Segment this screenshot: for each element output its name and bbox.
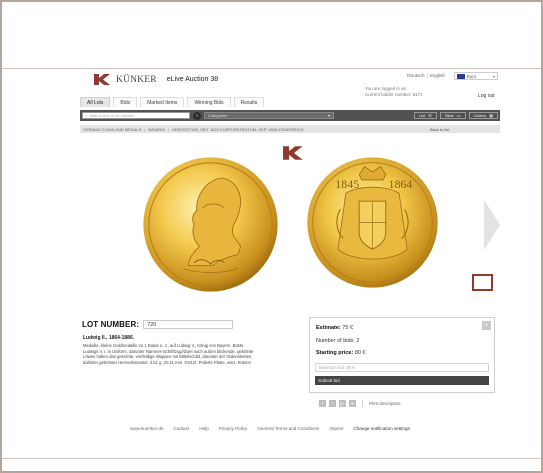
submit-bid-button[interactable]: Submit bid xyxy=(315,376,489,385)
tab-all-lots[interactable]: All Lots xyxy=(80,97,111,107)
view-switcher: List ☰ Slide ▭ Gallery ▦ xyxy=(414,112,498,119)
email-icon[interactable]: ✉ xyxy=(349,400,356,407)
breadcrumb-item[interactable]: HERZOGTUM, SEIT 1623 KURFÜRSTENTUM, SEIT… xyxy=(172,127,303,132)
language-switch: Deutsch | english xyxy=(407,74,446,79)
main-tabs: All Lots Bids Marked Items Winning Bids … xyxy=(80,97,265,107)
starting-price-label: Starting price: xyxy=(316,350,354,356)
footer-links: www.kuenker.de Contact Help Privacy Poli… xyxy=(130,426,410,431)
chevron-down-icon: ▾ xyxy=(327,113,330,118)
bids-count-row: Number of bids: 2 xyxy=(316,338,359,344)
view-slide-label: Slide xyxy=(444,113,454,118)
google-plus-icon[interactable]: g+ xyxy=(339,400,346,407)
footer-link-contact[interactable]: Contact xyxy=(173,426,189,431)
lang-deutsch[interactable]: Deutsch xyxy=(407,74,425,79)
currency-label: Euro xyxy=(467,73,477,79)
lot-title: Ludwig II., 1864-1886. xyxy=(83,335,135,341)
view-list-button[interactable]: List ☰ xyxy=(414,112,437,119)
lang-english[interactable]: english xyxy=(430,74,445,79)
logo-text: KÜNKER xyxy=(116,74,157,85)
gallery-icon: ▦ xyxy=(489,113,493,118)
footer-link-privacy[interactable]: Privacy Policy xyxy=(219,426,248,431)
next-lot-arrow-icon[interactable] xyxy=(482,200,500,250)
share-bar: f t g+ ✉ Print description xyxy=(319,400,400,407)
bids-count-value: 2 xyxy=(356,338,360,344)
list-icon: ☰ xyxy=(428,113,432,118)
tab-marked-items[interactable]: Marked Items xyxy=(140,97,185,107)
chevron-down-icon: ▾ xyxy=(492,73,495,79)
lot-number-row: LOT NUMBER: 720 xyxy=(82,320,234,329)
view-gallery-button[interactable]: Gallery ▦ xyxy=(468,112,498,119)
starting-price-value: 80 € xyxy=(354,350,366,356)
footer-link-help[interactable]: Help xyxy=(199,426,208,431)
breadcrumb-item[interactable]: BAVARIA xyxy=(148,127,165,132)
logout-link[interactable]: Log out xyxy=(478,93,495,99)
tab-results[interactable]: Results xyxy=(233,97,265,107)
estimate-value: 75 € xyxy=(342,325,354,331)
category-select[interactable]: Categories ▾ xyxy=(204,112,334,119)
tab-winning-bids[interactable]: Winning Bids xyxy=(187,97,231,107)
bottom-divider xyxy=(2,458,541,459)
kunker-logo[interactable]: KÜNKER eLive Auction 38 xyxy=(94,74,218,85)
coin-reverse-image[interactable]: 1845 1864 xyxy=(306,156,439,289)
bids-count-label: Number of bids: xyxy=(316,338,355,344)
login-info: You are logged in as Current bidder numb… xyxy=(365,86,423,98)
print-description-link[interactable]: Print description xyxy=(369,401,400,406)
twitter-icon[interactable]: t xyxy=(329,400,336,407)
notification-settings-link[interactable]: Change notification settings xyxy=(353,426,409,431)
footer-link-website[interactable]: www.kuenker.de xyxy=(130,426,163,431)
coin-year-right: 1864 xyxy=(388,177,412,191)
view-list-label: List xyxy=(419,113,426,118)
facebook-icon[interactable]: f xyxy=(319,400,326,407)
lot-description: Medaille, kleine Goldmedaille zu 1 Dukat… xyxy=(83,343,254,365)
share-divider xyxy=(362,400,363,407)
footer-link-terms[interactable]: General Terms and Conditions xyxy=(257,426,319,431)
close-icon[interactable]: × xyxy=(482,321,491,330)
search-placeholder: Search text or lot number xyxy=(89,113,135,118)
eu-flag-icon xyxy=(457,73,465,79)
breadcrumb: GERMAN COINS AND MEDALS | BAVARIA | HERZ… xyxy=(80,125,500,133)
estimate-row: Estimate: 75 € xyxy=(316,325,353,331)
tab-bids[interactable]: Bids xyxy=(113,97,138,107)
highlight-box xyxy=(472,274,493,291)
starting-price-row: Starting price: 80 € xyxy=(316,350,366,356)
kunker-logo-icon xyxy=(94,74,110,85)
bid-panel: × Estimate: 75 € Number of bids: 2 Start… xyxy=(309,317,495,393)
lot-number-label: LOT NUMBER: xyxy=(82,320,140,329)
view-gallery-label: Gallery xyxy=(473,113,487,118)
lot-number-input[interactable]: 720 xyxy=(143,320,234,329)
search-input[interactable]: ⌕ Search text or lot number xyxy=(82,112,190,119)
footer-link-imprint[interactable]: Imprint xyxy=(329,426,343,431)
breadcrumb-item[interactable]: GERMAN COINS AND MEDALS xyxy=(83,127,141,132)
coin-obverse-image[interactable] xyxy=(142,156,279,293)
back-to-list-link[interactable]: Back to list xyxy=(430,127,449,132)
auction-title: eLive Auction 38 xyxy=(166,76,219,83)
estimate-label: Estimate: xyxy=(316,325,341,331)
search-icon: ⌕ xyxy=(85,113,88,118)
search-go-button[interactable]: › xyxy=(193,111,201,120)
kunker-logo-icon xyxy=(283,146,303,160)
currency-select[interactable]: Euro ▾ xyxy=(454,72,498,80)
slide-icon: ▭ xyxy=(456,113,461,118)
top-divider xyxy=(2,68,541,69)
bid-amount-input[interactable]: Minimum bid: 85 € xyxy=(315,363,489,372)
view-slide-button[interactable]: Slide ▭ xyxy=(439,112,466,119)
search-toolbar: ⌕ Search text or lot number › Categories… xyxy=(80,110,500,121)
category-label: Categories xyxy=(208,113,228,118)
bidder-number: Current bidder number: 6171 xyxy=(365,92,423,97)
auction-page: KÜNKER eLive Auction 38 Deutsch | english … xyxy=(80,72,500,452)
